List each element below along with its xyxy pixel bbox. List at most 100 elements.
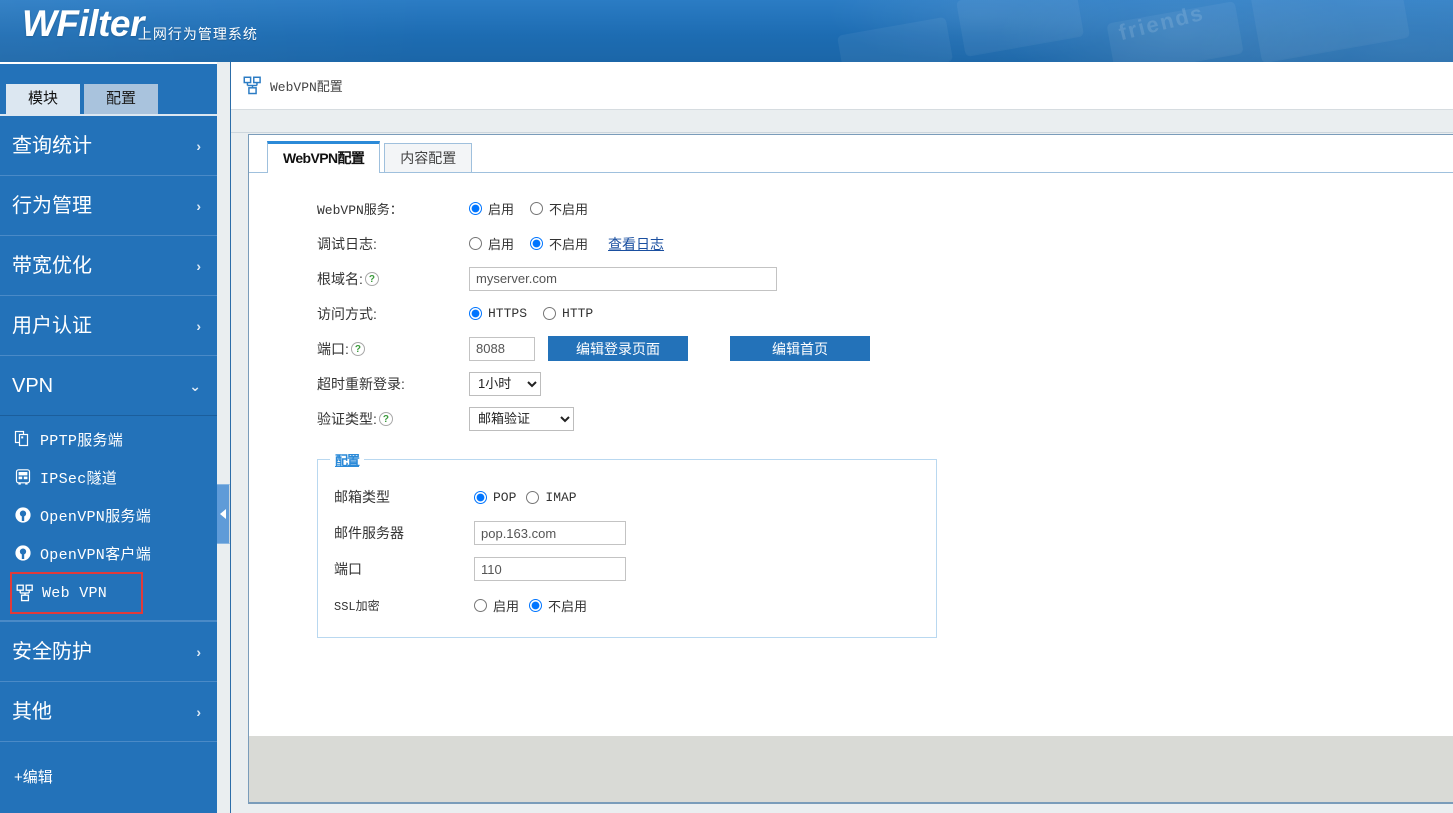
radio-http[interactable]: HTTP (543, 306, 593, 321)
sidebar-item-label: 带宽优化 (12, 255, 92, 277)
help-icon[interactable]: ? (351, 342, 365, 356)
root-domain-input[interactable] (469, 267, 777, 291)
radio-input[interactable] (469, 237, 482, 250)
page-title: WebVPN配置 (270, 76, 343, 95)
edit-home-page-button[interactable]: 编辑首页 (730, 336, 870, 361)
sidebar-subitem-label: Web VPN (42, 585, 107, 602)
app-header: friends WFilter 上网行为管理系统 (0, 0, 1453, 62)
radio-input[interactable] (474, 599, 487, 612)
label-mail-type: 邮箱类型 (334, 487, 474, 507)
sidebar-item-label: VPN (12, 375, 53, 397)
radio-imap[interactable]: IMAP (526, 490, 576, 505)
sidebar-item-label: 用户认证 (12, 315, 92, 337)
sidebar-item-label: 行为管理 (12, 195, 92, 217)
tab-content-config[interactable]: 内容配置 (384, 143, 472, 173)
tab-bar: WebVPN配置 内容配置 (249, 135, 1453, 173)
chevron-right-icon: › (196, 682, 201, 742)
radio-label: 不启用 (549, 199, 588, 218)
port-input[interactable] (469, 337, 535, 361)
radio-label: 不启用 (549, 234, 588, 253)
radio-input[interactable] (526, 491, 539, 504)
chevron-right-icon: › (196, 116, 201, 176)
sidebar-item-pptp-server[interactable]: PPTP服务端 (0, 420, 217, 458)
header-bg-key (837, 17, 953, 62)
sidebar-item-openvpn-client[interactable]: OpenVPN客户端 (0, 534, 217, 572)
radio-input[interactable] (469, 307, 482, 320)
sidebar-collapse-handle[interactable] (217, 484, 230, 544)
label-ssl: SSL加密 (334, 597, 474, 614)
tunnel-icon (14, 468, 32, 486)
radio-input[interactable] (543, 307, 556, 320)
sidebar-item-query-stats[interactable]: 查询统计 › (0, 116, 217, 176)
sidebar-item-bandwidth-opt[interactable]: 带宽优化 › (0, 236, 217, 296)
timeout-control: 1小时 (469, 372, 541, 396)
chevron-right-icon: › (196, 296, 201, 356)
radio-input[interactable] (529, 599, 542, 612)
radio-debug-disable[interactable]: 不启用 (530, 234, 588, 253)
help-icon[interactable]: ? (365, 272, 379, 286)
sidebar-item-web-vpn[interactable]: Web VPN (10, 572, 143, 614)
label-access-mode: 访问方式: (317, 304, 469, 324)
chevron-right-icon: › (196, 622, 201, 682)
radio-label: HTTPS (488, 306, 527, 321)
radio-service-enable[interactable]: 启用 (469, 199, 514, 218)
panel-footer (249, 735, 1453, 803)
timeout-select[interactable]: 1小时 (469, 372, 541, 396)
sidebar-item-behavior-mgmt[interactable]: 行为管理 › (0, 176, 217, 236)
sidebar-subitem-label: IPSec隧道 (40, 467, 117, 488)
sidebar-subitem-label: OpenVPN客户端 (40, 543, 151, 564)
sidebar-item-user-auth[interactable]: 用户认证 › (0, 296, 217, 356)
radio-input[interactable] (474, 491, 487, 504)
form-row-debug-log: 调试日志: 启用 不启用 查看日志 (249, 226, 1453, 261)
sidebar-tab-modules[interactable]: 模块 (6, 84, 80, 114)
radio-group-mail-type: POP IMAP (474, 490, 587, 505)
radio-ssl-enable[interactable]: 启用 (474, 596, 519, 615)
sidebar-item-security[interactable]: 安全防护 › (0, 622, 217, 682)
radio-label: HTTP (562, 306, 593, 321)
view-log-link[interactable]: 查看日志 (608, 234, 664, 254)
tab-underline (249, 172, 1453, 173)
form-row-access-mode: 访问方式: HTTPS HTTP (249, 296, 1453, 331)
label-debug-log: 调试日志: (317, 234, 469, 254)
form-row-mail-port: 端口 (318, 551, 936, 587)
radio-input[interactable] (469, 202, 482, 215)
chevron-right-icon: › (196, 236, 201, 296)
label-mail-port: 端口 (334, 559, 474, 579)
tab-webvpn-config[interactable]: WebVPN配置 (267, 141, 380, 173)
form-row-mail-server: 邮件服务器 (318, 515, 936, 551)
form-row-auth-type: 验证类型: ? 邮箱验证 (249, 401, 1453, 436)
sidebar-edit-link[interactable]: +编辑 (0, 742, 217, 787)
radio-label: 启用 (488, 199, 514, 218)
sidebar-item-other[interactable]: 其他 › (0, 682, 217, 742)
openvpn-icon (14, 544, 32, 562)
radio-https[interactable]: HTTPS (469, 306, 527, 321)
label-mail-server: 邮件服务器 (334, 523, 474, 543)
sidebar-item-ipsec-tunnel[interactable]: IPSec隧道 (0, 458, 217, 496)
port-control: 编辑登录页面 编辑首页 (469, 336, 870, 361)
mail-port-input[interactable] (474, 557, 626, 581)
network-nodes-icon (243, 76, 262, 95)
radio-ssl-disable[interactable]: 不启用 (529, 596, 587, 615)
page-header-strip (231, 110, 1453, 133)
brand-subtitle: 上网行为管理系统 (138, 27, 258, 41)
radio-pop[interactable]: POP (474, 490, 516, 505)
sidebar-tabs: 模块 配置 (0, 64, 217, 114)
header-bg-key (956, 0, 1084, 56)
radio-service-disable[interactable]: 不启用 (530, 199, 588, 218)
edit-login-page-button[interactable]: 编辑登录页面 (548, 336, 688, 361)
sidebar-subnav-vpn: PPTP服务端 IPSec隧道 (0, 416, 217, 622)
openvpn-icon (14, 506, 32, 524)
auth-type-select[interactable]: 邮箱验证 (469, 407, 574, 431)
help-icon[interactable]: ? (379, 412, 393, 426)
sidebar-subitem-label: PPTP服务端 (40, 429, 123, 450)
sidebar-item-vpn[interactable]: VPN ⌄ (0, 356, 217, 416)
radio-input[interactable] (530, 237, 543, 250)
radio-input[interactable] (530, 202, 543, 215)
label-port: 端口: ? (317, 339, 469, 359)
sidebar-tab-config[interactable]: 配置 (84, 84, 158, 114)
sidebar-item-openvpn-server[interactable]: OpenVPN服务端 (0, 496, 217, 534)
brand-logo: WFilter 上网行为管理系统 (22, 2, 258, 46)
mail-server-input[interactable] (474, 521, 626, 545)
radio-debug-enable[interactable]: 启用 (469, 234, 514, 253)
form-row-root-domain: 根域名: ? (249, 261, 1453, 296)
